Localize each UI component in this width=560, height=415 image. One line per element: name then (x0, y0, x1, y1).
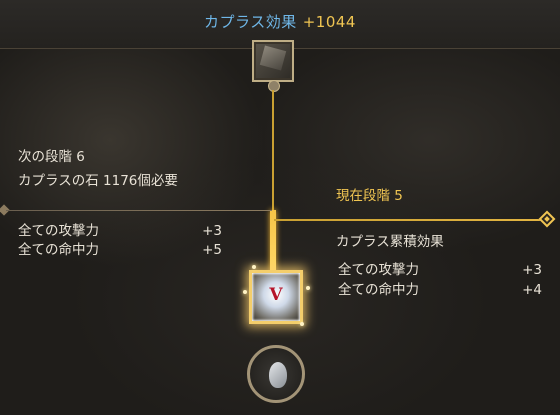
next-stat-value: +3 (202, 223, 222, 239)
sparkle-icon (300, 322, 304, 326)
progress-line-upper (272, 90, 274, 210)
current-stage-title: 現在段階 5 (336, 188, 403, 204)
next-stage-requirement: カプラスの石 1176個必要 (18, 173, 178, 189)
current-stat-row: 全ての命中力 +4 (338, 280, 542, 300)
current-stage-panel: 現在段階 5 (336, 184, 546, 204)
current-stat-name: 全ての攻撃力 (338, 262, 419, 278)
current-stat-value: +4 (522, 282, 542, 298)
current-stat-value: +3 (522, 262, 542, 278)
caphras-stone-node[interactable] (247, 345, 305, 403)
next-stat-row: 全ての命中力 +5 (18, 240, 222, 260)
next-stat-value: +5 (202, 242, 222, 258)
connector-dot (268, 80, 280, 92)
sparkle-icon (243, 290, 247, 294)
upper-stage-node[interactable] (252, 40, 294, 82)
left-divider (6, 210, 272, 211)
stage-v-mark-icon: V (269, 285, 283, 305)
caphras-effect-title: カプラス効果 +1044 (0, 0, 560, 44)
sparkle-icon (306, 286, 310, 290)
next-stage-panel: 次の段階 6 カプラスの石 1176個必要 (18, 145, 258, 191)
current-stat-row: 全ての攻撃力 +3 (338, 260, 542, 280)
cumulative-effect-title: カプラス累積効果 (336, 234, 444, 250)
next-stat-name: 全ての攻撃力 (18, 223, 99, 239)
current-stat-name: 全ての命中力 (338, 282, 419, 298)
active-stage-node[interactable]: V (249, 270, 303, 324)
caphras-effect-label: カプラス効果 (204, 13, 297, 31)
sparkle-icon (252, 265, 256, 269)
next-stat-name: 全ての命中力 (18, 242, 99, 258)
caphras-stone-icon (269, 362, 287, 388)
next-stage-title: 次の段階 6 (18, 149, 85, 165)
right-divider (274, 219, 542, 221)
caphras-effect-value: +1044 (302, 13, 356, 31)
next-stat-row: 全ての攻撃力 +3 (18, 221, 222, 241)
